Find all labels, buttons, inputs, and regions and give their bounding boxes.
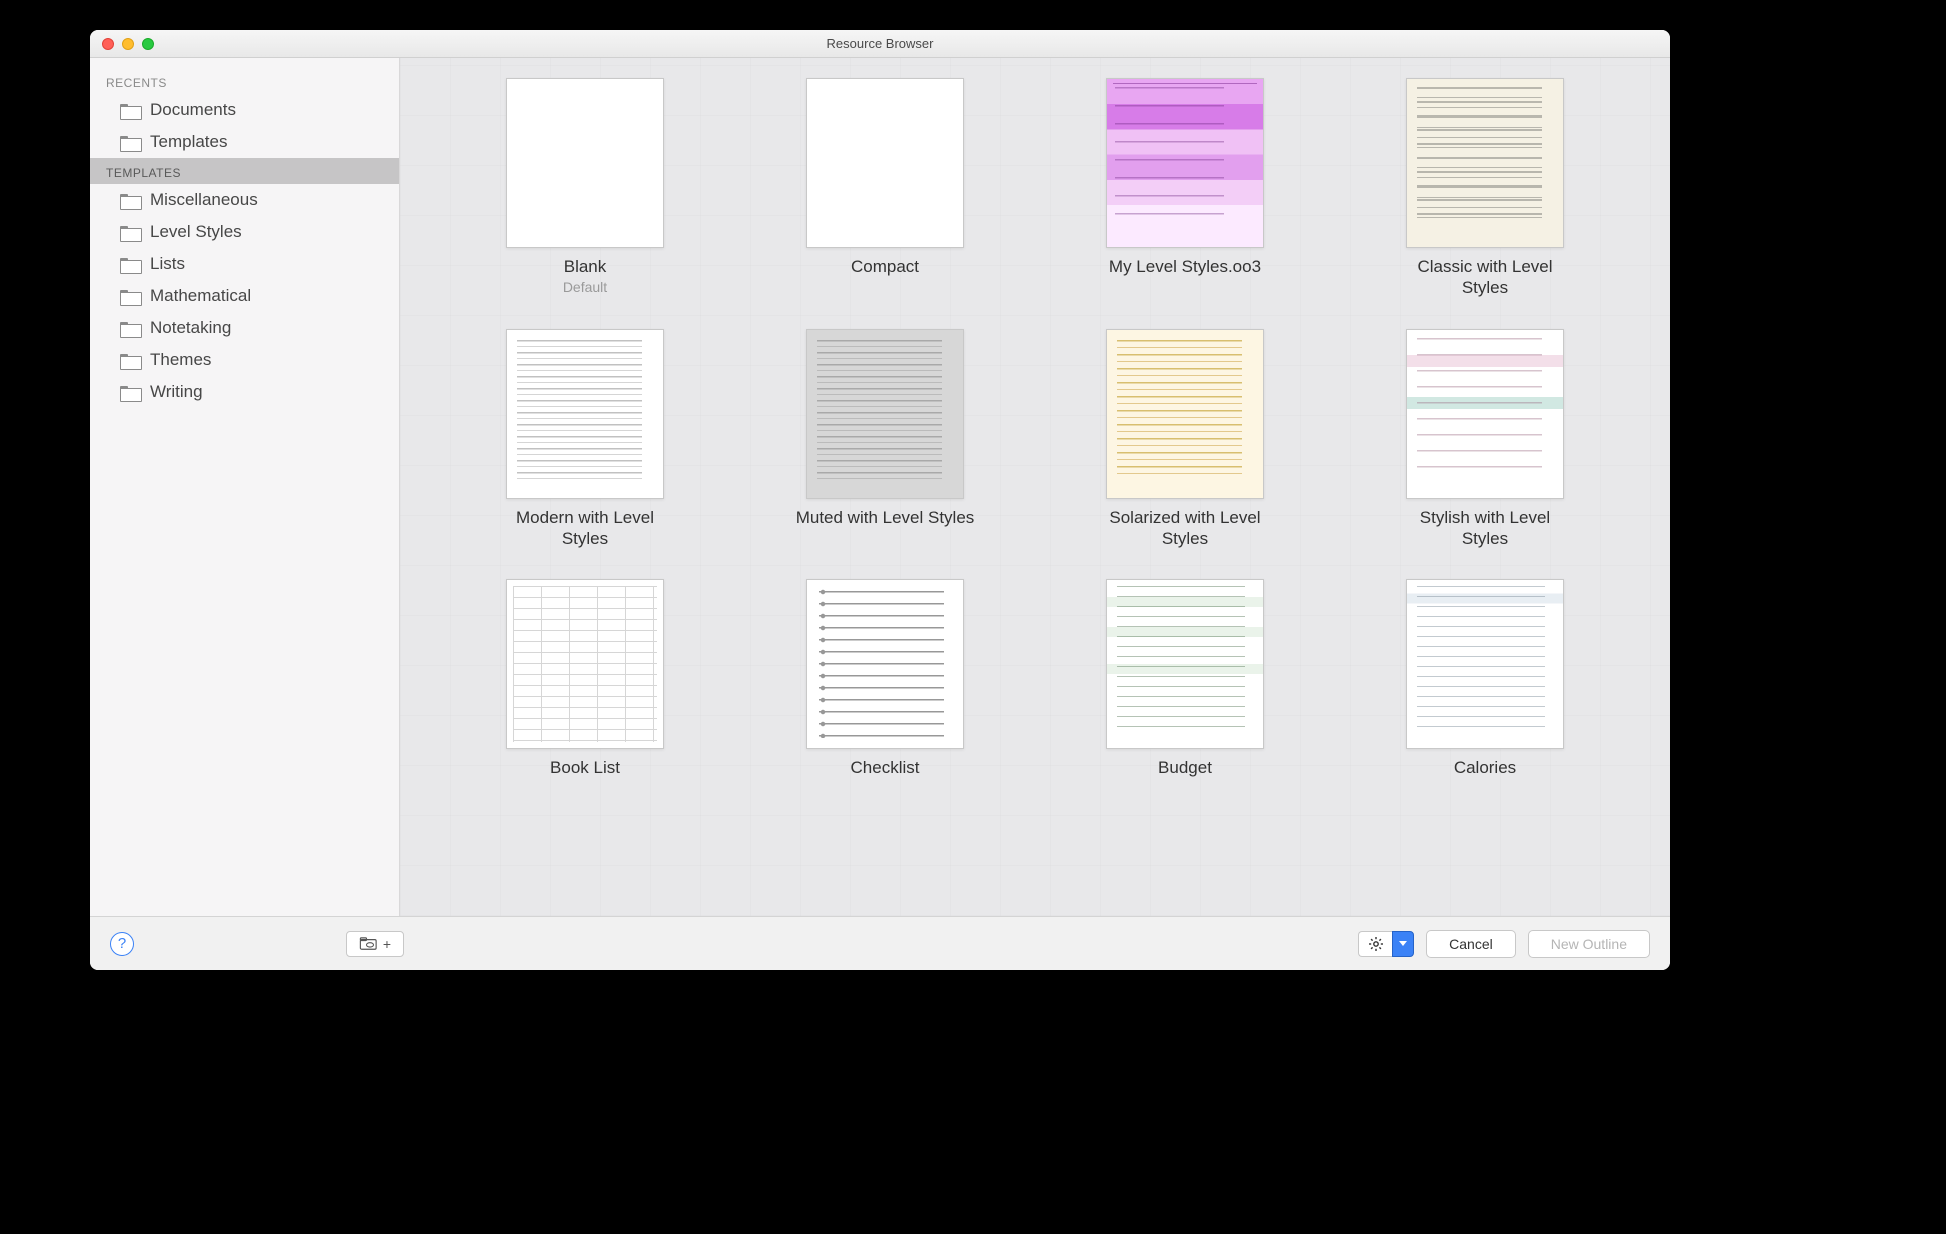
sidebar-item-label: Writing xyxy=(150,382,203,402)
template-thumbnail[interactable] xyxy=(806,329,964,499)
template-label: My Level Styles.oo3 xyxy=(1109,256,1261,277)
template-thumbnail[interactable] xyxy=(1406,579,1564,749)
sidebar-item-category-4[interactable]: Notetaking xyxy=(90,312,399,344)
template-1[interactable]: Compact xyxy=(765,78,1005,299)
window-body: RECENTS Documents Templates TEMPLATES Mis… xyxy=(90,58,1670,916)
template-0[interactable]: Blank Default xyxy=(465,78,705,299)
folder-icon xyxy=(120,192,140,208)
sidebar-item-category-5[interactable]: Themes xyxy=(90,344,399,376)
gear-icon xyxy=(1368,936,1384,952)
template-label: Classic with Level Styles xyxy=(1395,256,1575,299)
sidebar-item-label: Mathematical xyxy=(150,286,251,306)
template-sublabel: Default xyxy=(563,279,607,295)
template-grid: Blank Default Compact My Level Styles.oo3 Cl… xyxy=(465,78,1605,778)
gear-menu[interactable] xyxy=(1358,931,1414,957)
folder-icon xyxy=(120,134,140,150)
sidebar-item-category-2[interactable]: Lists xyxy=(90,248,399,280)
folder-icon xyxy=(120,256,140,272)
template-10[interactable]: Budget xyxy=(1065,579,1305,778)
template-thumbnail[interactable] xyxy=(1406,78,1564,248)
template-label: Muted with Level Styles xyxy=(796,507,975,528)
template-11[interactable]: Calories xyxy=(1365,579,1605,778)
sidebar-item-recents-0[interactable]: Documents xyxy=(90,94,399,126)
template-8[interactable]: Book List xyxy=(465,579,705,778)
template-label: Blank xyxy=(564,256,607,277)
sidebar-item-label: Templates xyxy=(150,132,227,152)
add-linked-folder-button[interactable]: + xyxy=(346,931,404,957)
template-thumbnail[interactable] xyxy=(1106,579,1264,749)
template-label: Compact xyxy=(851,256,919,277)
template-3[interactable]: Classic with Level Styles xyxy=(1365,78,1605,299)
sidebar-item-label: Themes xyxy=(150,350,211,370)
folder-icon xyxy=(120,352,140,368)
template-thumbnail[interactable] xyxy=(506,78,664,248)
template-label: Solarized with Level Styles xyxy=(1095,507,1275,550)
sidebar-item-label: Documents xyxy=(150,100,236,120)
sidebar: RECENTS Documents Templates TEMPLATES Mis… xyxy=(90,58,400,916)
folder-link-icon xyxy=(359,937,381,951)
resource-browser-window: Resource Browser RECENTS Documents Templa… xyxy=(90,30,1670,970)
gear-dropdown[interactable] xyxy=(1392,931,1414,957)
folder-icon xyxy=(120,224,140,240)
template-thumbnail[interactable] xyxy=(506,579,664,749)
sidebar-header-templates[interactable]: TEMPLATES xyxy=(90,158,399,184)
template-thumbnail[interactable] xyxy=(806,78,964,248)
sidebar-item-label: Notetaking xyxy=(150,318,231,338)
template-2[interactable]: My Level Styles.oo3 xyxy=(1065,78,1305,299)
template-thumbnail[interactable] xyxy=(1106,329,1264,499)
cancel-button[interactable]: Cancel xyxy=(1426,930,1516,958)
template-label: Book List xyxy=(550,757,620,778)
template-thumbnail[interactable] xyxy=(806,579,964,749)
help-button[interactable]: ? xyxy=(110,932,134,956)
template-label: Calories xyxy=(1454,757,1516,778)
gear-button[interactable] xyxy=(1358,931,1392,957)
sidebar-item-label: Miscellaneous xyxy=(150,190,258,210)
window-title: Resource Browser xyxy=(90,36,1670,51)
sidebar-item-recents-1[interactable]: Templates xyxy=(90,126,399,158)
template-label: Budget xyxy=(1158,757,1212,778)
template-thumbnail[interactable] xyxy=(1106,78,1264,248)
folder-icon xyxy=(120,102,140,118)
template-7[interactable]: Stylish with Level Styles xyxy=(1365,329,1605,550)
template-6[interactable]: Solarized with Level Styles xyxy=(1065,329,1305,550)
template-4[interactable]: Modern with Level Styles xyxy=(465,329,705,550)
template-5[interactable]: Muted with Level Styles xyxy=(765,329,1005,550)
sidebar-item-category-0[interactable]: Miscellaneous xyxy=(90,184,399,216)
sidebar-item-category-6[interactable]: Writing xyxy=(90,376,399,408)
template-thumbnail[interactable] xyxy=(1406,329,1564,499)
folder-icon xyxy=(120,320,140,336)
sidebar-item-label: Level Styles xyxy=(150,222,242,242)
titlebar: Resource Browser xyxy=(90,30,1670,58)
template-gallery[interactable]: Blank Default Compact My Level Styles.oo3 Cl… xyxy=(400,58,1670,916)
new-outline-button: New Outline xyxy=(1528,930,1650,958)
folder-icon xyxy=(120,288,140,304)
sidebar-item-category-1[interactable]: Level Styles xyxy=(90,216,399,248)
folder-icon xyxy=(120,384,140,400)
sidebar-header-recents: RECENTS xyxy=(90,68,399,94)
sidebar-item-category-3[interactable]: Mathematical xyxy=(90,280,399,312)
template-label: Modern with Level Styles xyxy=(495,507,675,550)
template-label: Stylish with Level Styles xyxy=(1395,507,1575,550)
template-thumbnail[interactable] xyxy=(506,329,664,499)
sidebar-item-label: Lists xyxy=(150,254,185,274)
bottom-toolbar: ? + xyxy=(90,916,1670,970)
template-9[interactable]: Checklist xyxy=(765,579,1005,778)
template-label: Checklist xyxy=(851,757,920,778)
